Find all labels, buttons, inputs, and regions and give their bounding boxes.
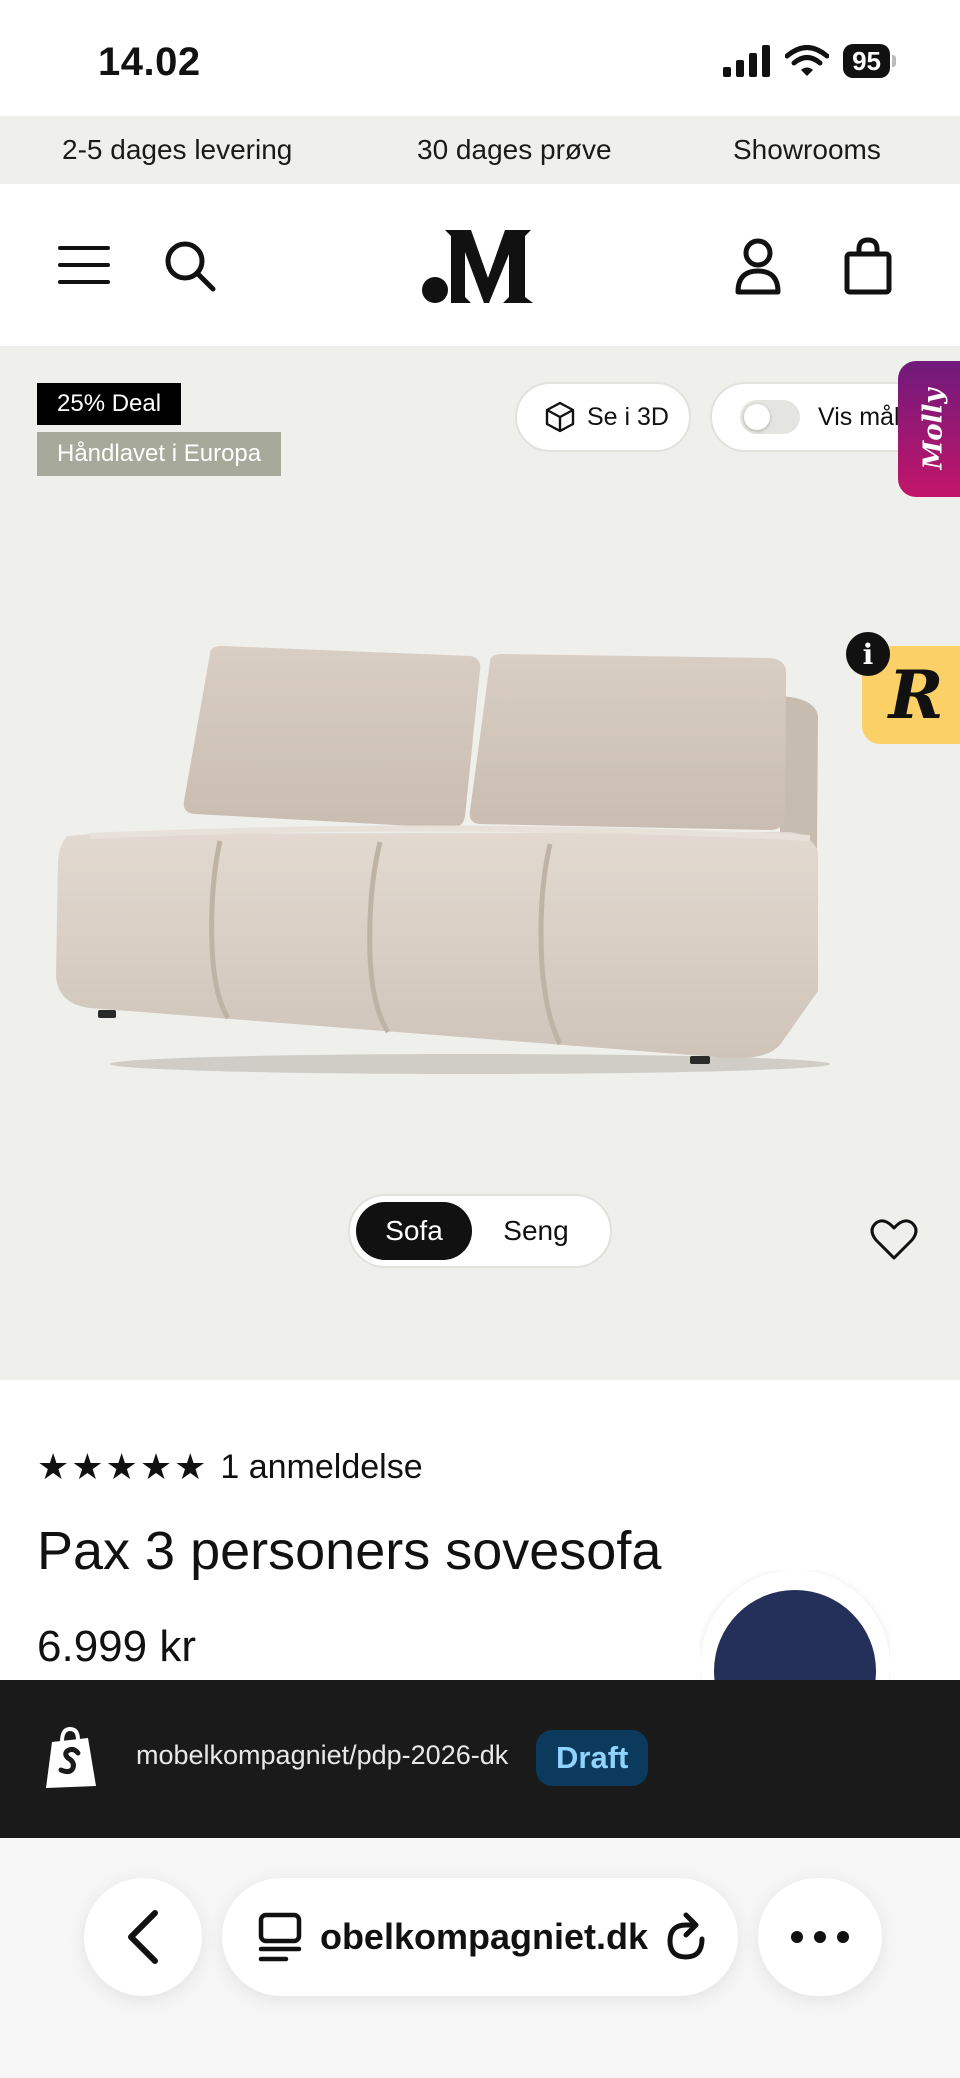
chevron-left-icon bbox=[128, 1910, 158, 1964]
molly-label: Molly bbox=[918, 388, 949, 470]
product-gallery[interactable]: 25% Deal Håndlavet i Europa Se i 3D Vis … bbox=[0, 346, 960, 1380]
variant-tab-sofa[interactable]: Sofa bbox=[356, 1202, 472, 1260]
search-button[interactable] bbox=[162, 238, 218, 294]
info-icon[interactable]: i bbox=[846, 632, 890, 676]
theme-preview-bar: mobelkompagniet/pdp-2026-dk Draft bbox=[0, 1680, 960, 1838]
browser-toolbar: mobelkompagniet.dk bbox=[0, 1838, 960, 2078]
battery-level: 95 bbox=[843, 44, 890, 78]
variant-switcher: Sofa Seng bbox=[348, 1194, 612, 1268]
hamburger-menu-icon bbox=[58, 246, 110, 284]
wishlist-button[interactable] bbox=[870, 1218, 918, 1267]
announcement-bar: 2-5 dages levering 30 dages prøve Showro… bbox=[0, 116, 960, 184]
origin-badge: Håndlavet i Europa bbox=[37, 432, 282, 476]
site-header bbox=[0, 184, 960, 346]
preview-store-path: mobelkompagniet/pdp-2026-dk bbox=[136, 1740, 509, 1770]
cube-icon bbox=[545, 401, 575, 433]
reload-icon[interactable] bbox=[662, 1911, 710, 1963]
product-title: Pax 3 personers sovesofa bbox=[37, 1521, 662, 1581]
menu-button[interactable] bbox=[56, 240, 112, 290]
announcement-delivery[interactable]: 2-5 dages levering bbox=[62, 134, 292, 166]
product-reviews-summary[interactable]: ★★★★★ 1 anmeldelse bbox=[37, 1446, 423, 1488]
site-logo[interactable] bbox=[420, 226, 540, 306]
status-time: 14.02 bbox=[98, 40, 201, 84]
draft-status-badge: Draft bbox=[536, 1730, 649, 1786]
view-3d-label: Se i 3D bbox=[587, 402, 669, 431]
user-icon bbox=[735, 238, 781, 295]
url-text: mobelkompagniet.dk bbox=[318, 1916, 648, 1957]
search-icon bbox=[165, 241, 216, 292]
sofa-illustration bbox=[56, 646, 830, 1074]
variant-tab-seng[interactable]: Seng bbox=[472, 1202, 600, 1260]
battery-indicator: 95 bbox=[843, 44, 896, 78]
review-count[interactable]: 1 anmeldelse bbox=[220, 1448, 422, 1487]
mobelkompagniet-logo bbox=[422, 230, 533, 303]
show-measurements-label: Vis mål bbox=[818, 402, 900, 431]
wifi-icon bbox=[785, 45, 830, 76]
address-bar[interactable]: mobelkompagniet.dk bbox=[222, 1878, 738, 1996]
back-button[interactable] bbox=[84, 1878, 202, 1996]
shopping-bag-icon bbox=[844, 237, 892, 295]
ellipsis-icon bbox=[791, 1931, 849, 1943]
cart-button[interactable] bbox=[842, 236, 894, 296]
star-rating: ★★★★★ bbox=[37, 1446, 209, 1487]
molly-widget-button[interactable]: Molly bbox=[898, 361, 960, 497]
page-menu-icon bbox=[258, 1912, 302, 1962]
product-price: 6.999 kr bbox=[37, 1622, 196, 1671]
announcement-showrooms[interactable]: Showrooms bbox=[733, 134, 881, 166]
status-bar: 14.02 95 bbox=[0, 0, 960, 116]
account-button[interactable] bbox=[732, 236, 784, 296]
product-image bbox=[50, 646, 830, 1076]
more-options-button[interactable] bbox=[758, 1878, 882, 1996]
toggle-switch[interactable] bbox=[740, 400, 800, 434]
battery-tip bbox=[892, 55, 896, 67]
view-3d-button[interactable]: Se i 3D bbox=[515, 382, 691, 452]
cellular-signal-icon bbox=[723, 45, 771, 77]
shopify-icon bbox=[42, 1726, 98, 1795]
announcement-trial[interactable]: 30 dages prøve bbox=[417, 134, 612, 166]
r-logo: R bbox=[888, 656, 944, 734]
chat-launcher[interactable] bbox=[700, 1570, 890, 1680]
status-indicators: 95 bbox=[723, 44, 896, 78]
heart-icon bbox=[870, 1219, 918, 1260]
deal-badge: 25% Deal bbox=[37, 383, 182, 425]
